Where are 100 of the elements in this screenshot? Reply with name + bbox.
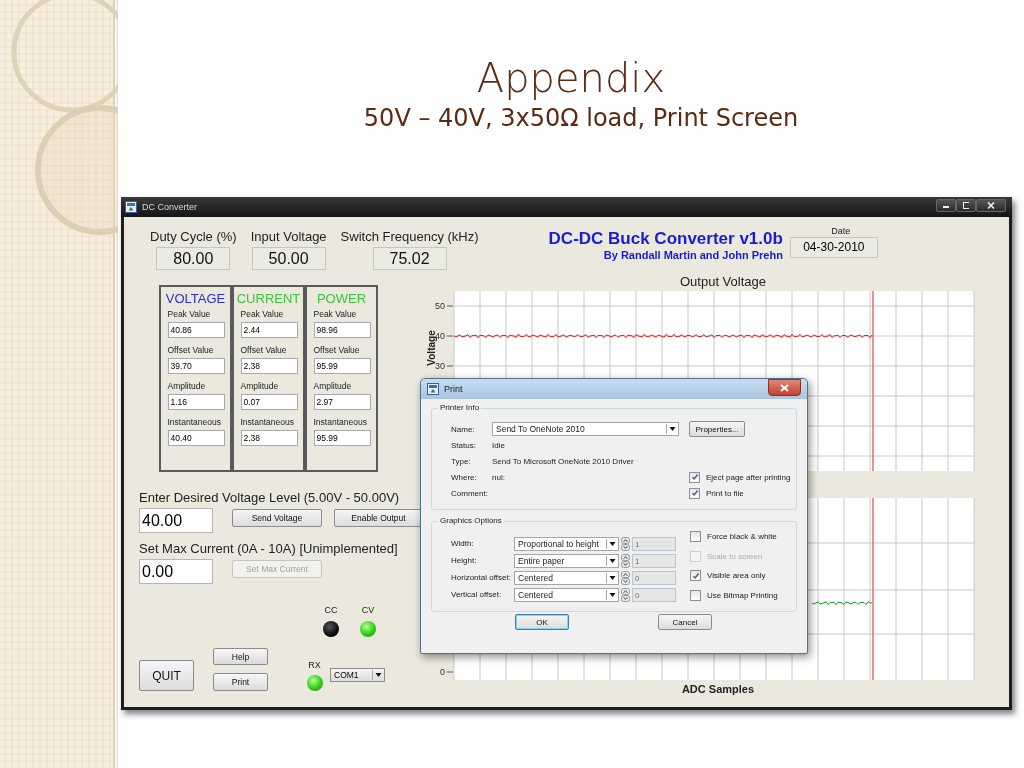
field-label: Vertical offset: xyxy=(451,590,503,599)
axis-tick: 50 xyxy=(435,301,454,311)
field-label: Instantaneous xyxy=(167,417,222,428)
indicator-label: CC xyxy=(324,605,338,616)
spinner-button[interactable] xyxy=(621,553,631,568)
checkbox[interactable] xyxy=(690,589,701,601)
number-field[interactable]: 0 xyxy=(632,587,676,602)
field-label: Instantaneous xyxy=(313,417,368,428)
panel-title: VOLTAGE xyxy=(165,291,226,306)
slide-subtitle: 50V – 40V, 3x50Ω load, Print Screen xyxy=(363,103,799,134)
indicator-label: CV xyxy=(361,605,375,616)
input-field[interactable]: 40.00 xyxy=(139,508,213,533)
caret-icon xyxy=(606,572,618,583)
field-label: Offset Value xyxy=(167,345,215,356)
checkbox[interactable] xyxy=(690,531,701,542)
field-value: Send To Microsoft OneNote 2010 Driver xyxy=(492,456,635,466)
value-field: 2.38 xyxy=(240,358,298,374)
maximize-icon xyxy=(963,202,969,209)
field-label: Where: xyxy=(451,472,478,482)
maximize-button[interactable] xyxy=(956,199,976,212)
value-field: 39.70 xyxy=(167,358,225,374)
readout-label: Duty Cycle (%) xyxy=(150,229,237,245)
field-label: Height: xyxy=(451,556,478,565)
minimize-button[interactable] xyxy=(936,199,956,212)
checkbox-label: Force black & white xyxy=(707,532,777,541)
field-label: Comment: xyxy=(451,488,489,498)
input-field[interactable]: 0.00 xyxy=(139,559,213,584)
checkbox[interactable] xyxy=(690,570,701,582)
field-label: Peak Value xyxy=(167,309,212,320)
checkbox[interactable] xyxy=(689,487,700,499)
close-button[interactable] xyxy=(976,199,1006,212)
field-label: Type: xyxy=(451,456,472,466)
button[interactable]: Help xyxy=(213,648,268,665)
printer-dropdown[interactable]: Send To OneNote 2010 xyxy=(492,422,679,436)
checkbox-label: Use Bitmap Printing xyxy=(707,590,778,600)
group-title: Graphics Options xyxy=(439,516,503,526)
button[interactable]: QUIT xyxy=(139,660,194,691)
button[interactable]: Send Voltage xyxy=(232,509,322,527)
checkbox[interactable] xyxy=(689,471,700,483)
close-button[interactable] xyxy=(768,379,801,396)
dropdown[interactable]: Entire paper xyxy=(514,553,619,568)
button[interactable]: Properties... xyxy=(689,421,745,437)
field-label: Amplitude xyxy=(167,381,207,392)
button[interactable]: Print xyxy=(213,673,268,691)
value-field: 95.99 xyxy=(313,430,371,446)
field-label: Peak Value xyxy=(313,309,358,320)
field-label: Instantaneous xyxy=(240,417,295,428)
app-title: DC-DC Buck Converter v1.0b xyxy=(548,229,783,249)
number-field[interactable]: 0 xyxy=(632,570,676,585)
dropdown[interactable]: Centered xyxy=(514,570,619,585)
panel-title: POWER xyxy=(316,291,367,306)
readout-value: 80.00 xyxy=(156,247,231,270)
axis-title: Voltage xyxy=(426,330,437,366)
number-field[interactable]: 1 xyxy=(632,536,676,551)
setting-label: Set Max Current (0A - 10A) [Unimplemented] xyxy=(139,541,399,557)
date-label: Date xyxy=(831,225,851,237)
field-label: Name: xyxy=(451,424,476,434)
number-field[interactable]: 1 xyxy=(632,553,676,568)
close-icon xyxy=(780,383,789,392)
field-label: Width: xyxy=(451,539,475,548)
field-value: Idle xyxy=(492,440,506,450)
checkbox-label: Print to file xyxy=(706,488,744,498)
group-title: Printer Info xyxy=(439,403,481,413)
field-label: Offset Value xyxy=(313,345,361,356)
dropdown[interactable]: Centered xyxy=(514,587,619,602)
value-field: 2.38 xyxy=(240,430,298,446)
checkbox-label: Visible area only xyxy=(707,571,766,581)
dropdown[interactable]: Proportional to height xyxy=(514,536,619,551)
app-icon xyxy=(125,201,137,213)
spinner-button[interactable] xyxy=(621,570,631,585)
readout-label: Switch Frequency (kHz) xyxy=(340,229,479,245)
setting-label: Enter Desired Voltage Level (5.00V - 50.00V) xyxy=(139,490,401,506)
button[interactable]: Enable Output xyxy=(334,509,423,527)
slide-title: Appendix xyxy=(476,55,666,101)
spinner-button[interactable] xyxy=(621,587,631,602)
chart-title: Output Voltage xyxy=(679,273,767,290)
value-field: 40.40 xyxy=(167,430,225,446)
app-icon xyxy=(427,383,439,395)
button[interactable]: Cancel xyxy=(658,614,712,630)
value-field: 95.99 xyxy=(313,358,371,374)
value-field: 2.97 xyxy=(313,394,371,410)
value-field: 1.16 xyxy=(167,394,225,410)
author-line: By Randall Martin and John Prehn xyxy=(603,249,783,262)
port-dropdown[interactable]: COM1 xyxy=(330,668,385,682)
axis-title: ADC Samples xyxy=(680,683,756,696)
value-field: 40.86 xyxy=(167,322,225,338)
dialog-title: Print xyxy=(444,384,463,394)
caret-icon xyxy=(666,424,678,434)
caret-icon xyxy=(606,538,618,549)
field-label: Amplitude xyxy=(313,381,353,392)
date-field: 04-30-2010 xyxy=(789,237,878,258)
caret-icon xyxy=(606,589,618,600)
readout-value: 75.02 xyxy=(372,247,447,270)
spinner-button[interactable] xyxy=(621,536,631,551)
field-label: Horizontal offset: xyxy=(451,573,512,582)
close-icon xyxy=(987,202,995,209)
readout-label: Input Voltage xyxy=(250,229,327,245)
button[interactable]: OK xyxy=(515,614,569,630)
value-field: 0.07 xyxy=(240,394,298,410)
axis-tick: 0 xyxy=(440,667,454,677)
